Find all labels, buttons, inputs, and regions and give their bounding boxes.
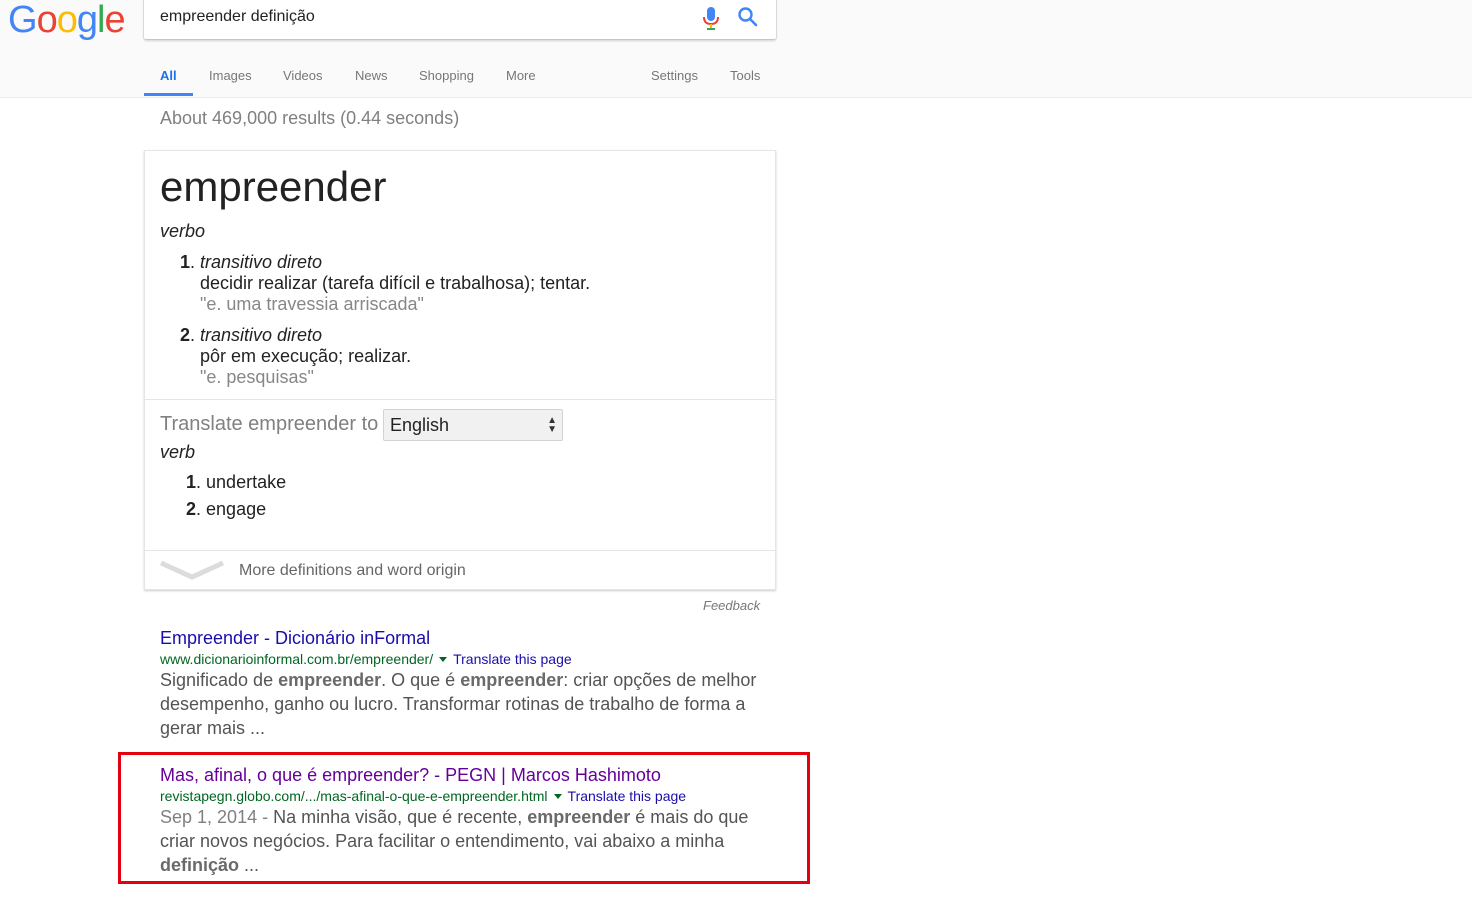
result-snippet: Significado de empreender. O que é empre… xyxy=(160,670,757,738)
translation-item: 2. engage xyxy=(186,499,267,519)
definition-number-value: 1 xyxy=(180,252,191,272)
definition-text: decidir realizar (tarefa difícil e traba… xyxy=(200,273,591,293)
result-url: www.dicionarioinformal.com.br/empreender… xyxy=(160,651,572,667)
select-arrows-icon: ▲ ▼ xyxy=(547,415,557,435)
logo-letter-o1: o xyxy=(36,0,58,41)
result-url-text: www.dicionarioinformal.com.br/empreender… xyxy=(160,651,434,667)
translation-item: 1. undertake xyxy=(186,472,287,492)
tab-all[interactable]: All xyxy=(160,68,177,83)
definition-number: 1. xyxy=(180,252,196,272)
definition-number-value: 2 xyxy=(180,325,191,345)
search-input[interactable] xyxy=(160,8,680,26)
url-dropdown-arrow-icon[interactable] xyxy=(439,656,448,662)
chevron-down-icon xyxy=(159,560,225,580)
tab-more[interactable]: More xyxy=(506,68,536,83)
google-logo[interactable]: Google xyxy=(8,0,126,42)
logo-letter-l: l xyxy=(96,0,106,41)
card-divider xyxy=(145,399,775,400)
tab-images[interactable]: Images xyxy=(209,68,252,83)
definition-kind: transitivo direto xyxy=(200,325,323,345)
definition-example: "e. pesquisas" xyxy=(200,367,314,387)
search-icon[interactable] xyxy=(736,5,760,29)
definition-kind: transitivo direto xyxy=(200,252,323,272)
translate-label: Translate empreender to xyxy=(160,413,379,435)
translation-text: undertake xyxy=(206,472,287,492)
translation-number: 1 xyxy=(186,472,197,492)
tab-videos[interactable]: Videos xyxy=(283,68,323,83)
more-definitions-button[interactable]: More definitions and word origin xyxy=(145,551,775,589)
search-header: Google All Images Videos News Shopping M… xyxy=(0,0,1472,98)
tab-shopping[interactable]: Shopping xyxy=(419,68,474,83)
definition-number: 2. xyxy=(180,325,196,345)
language-select[interactable]: English ▲ ▼ xyxy=(383,409,563,441)
tab-news[interactable]: News xyxy=(355,68,388,83)
microphone-icon[interactable] xyxy=(699,5,723,31)
dictionary-card: empreender verbo 1. transitivo direto de… xyxy=(144,150,776,590)
translate-page-link[interactable]: Translate this page xyxy=(453,651,572,667)
search-box xyxy=(144,0,776,39)
feedback-link[interactable]: Feedback xyxy=(703,598,760,613)
translation-part-of-speech: verb xyxy=(160,442,196,462)
part-of-speech: verbo xyxy=(160,221,206,241)
result-stats: About 469,000 results (0.44 seconds) xyxy=(160,108,460,128)
translation-text: engage xyxy=(206,499,267,519)
highlight-annotation-box xyxy=(118,752,810,884)
active-tab-indicator xyxy=(144,93,193,96)
more-definitions-label: More definitions and word origin xyxy=(239,562,466,579)
tab-settings[interactable]: Settings xyxy=(651,68,698,83)
definition-example: "e. uma travessia arriscada" xyxy=(200,294,424,314)
dictionary-word: empreender xyxy=(160,163,387,210)
definition-text: pôr em execução; realizar. xyxy=(200,346,412,366)
language-select-value: English xyxy=(390,415,450,435)
translation-number: 2 xyxy=(186,499,197,519)
result-title-link[interactable]: Empreender - Dicionário inFormal xyxy=(160,628,430,649)
tab-tools[interactable]: Tools xyxy=(730,68,760,83)
logo-letter-o2: o xyxy=(56,0,78,41)
logo-letter-g: G xyxy=(8,0,38,41)
logo-letter-e: e xyxy=(104,0,125,41)
logo-letter-g2: g xyxy=(76,0,98,41)
